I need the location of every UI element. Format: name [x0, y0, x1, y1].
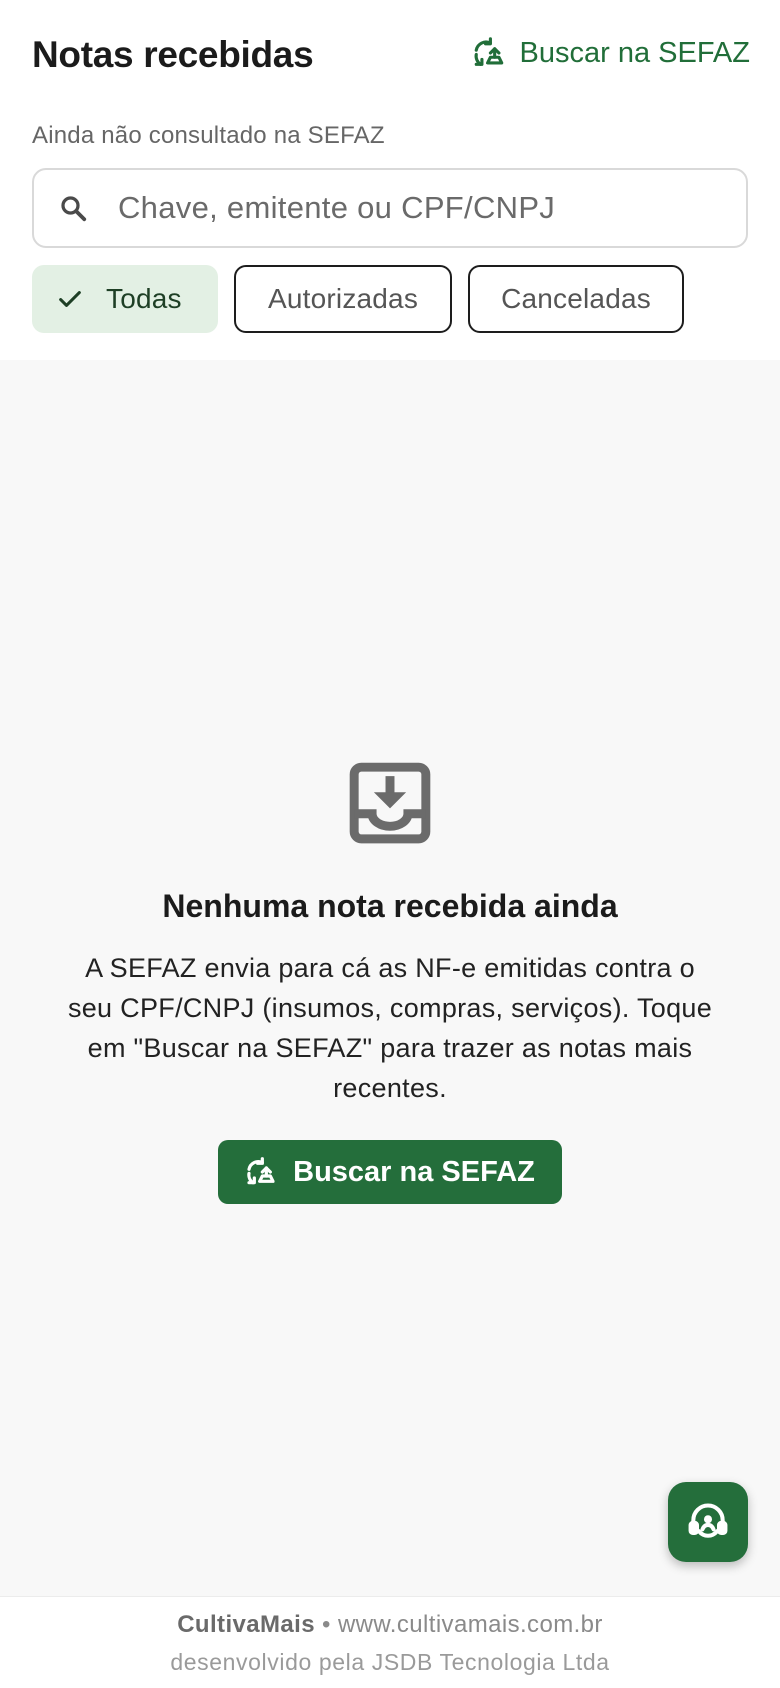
- filter-chip-label: Canceladas: [501, 283, 651, 314]
- check-icon: [59, 291, 81, 307]
- footer-brand: CultivaMais: [177, 1611, 315, 1638]
- search-box: [32, 168, 748, 248]
- sync-icon: [474, 37, 503, 66]
- footer-website-link[interactable]: www.cultivamais.com.br: [338, 1611, 603, 1638]
- support-agent-icon: [688, 1503, 728, 1538]
- header: Notas recebidas Buscar na SEFAZ Ainda nã…: [0, 0, 780, 360]
- search-input[interactable]: [118, 190, 718, 226]
- filter-chip-label: Todas: [106, 283, 182, 314]
- notes-list-area: Nenhuma nota recebida ainda A SEFAZ envi…: [0, 360, 780, 1596]
- filter-chip-autorizadas[interactable]: Autorizadas: [234, 265, 452, 333]
- page: Notas recebidas Buscar na SEFAZ Ainda nã…: [0, 0, 780, 1688]
- filter-chips: Todas Autorizadas Canceladas: [32, 265, 684, 333]
- filter-chip-canceladas[interactable]: Canceladas: [468, 265, 684, 333]
- footer-brand-line: CultivaMais • www.cultivamais.com.br: [0, 1611, 780, 1639]
- buscar-sefaz-button[interactable]: Buscar na SEFAZ: [218, 1140, 562, 1204]
- empty-state-title: Nenhuma nota recebida ainda: [162, 888, 618, 924]
- footer-developer: desenvolvido pela JSDB Tecnologia Ltda: [170, 1649, 610, 1675]
- sync-icon: [247, 1157, 275, 1185]
- filter-chip-label: Autorizadas: [267, 283, 419, 314]
- search-icon: [61, 196, 87, 222]
- empty-state-text: A SEFAZ envia para cá as NF-e emitidas c…: [67, 953, 713, 1103]
- buscar-sefaz-label: Buscar na SEFAZ: [519, 36, 751, 69]
- filter-chip-todas[interactable]: Todas: [32, 265, 218, 333]
- footer: CultivaMais • www.cultivamais.com.br des…: [0, 1596, 780, 1688]
- inbox-download-icon: [349, 762, 431, 844]
- buscar-sefaz-button-label: Buscar na SEFAZ: [293, 1155, 535, 1188]
- consult-status: Ainda não consultado na SEFAZ: [32, 122, 385, 149]
- footer-separator: •: [322, 1611, 331, 1638]
- buscar-sefaz-link[interactable]: Buscar na SEFAZ: [472, 36, 751, 70]
- page-title: Notas recebidas: [32, 34, 314, 75]
- support-fab[interactable]: [668, 1482, 748, 1562]
